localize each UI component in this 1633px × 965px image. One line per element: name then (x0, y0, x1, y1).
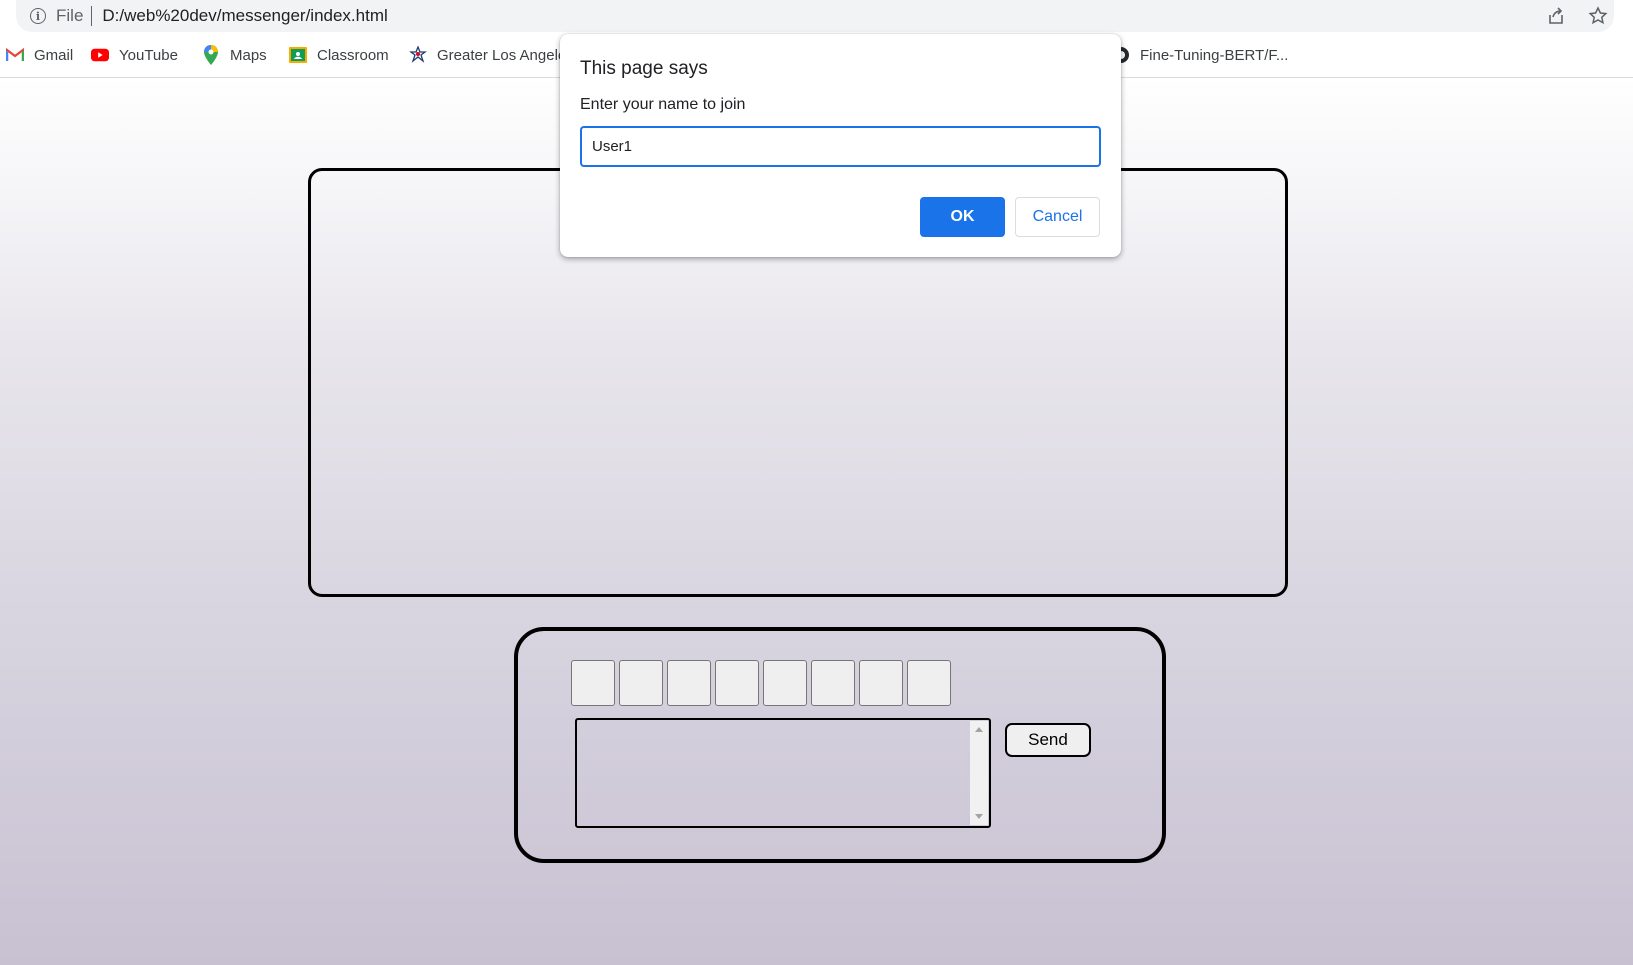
bookmark-github[interactable]: Fine-Tuning-BERT/F... (1112, 44, 1288, 66)
dialog-title: This page says (580, 58, 708, 79)
dialog-message: Enter your name to join (580, 96, 746, 113)
name-input[interactable] (580, 126, 1101, 167)
bookmark-greater-los-angeles[interactable]: Greater Los Angele (409, 44, 566, 66)
youtube-icon (91, 46, 109, 64)
emoji-button[interactable] (763, 660, 807, 706)
scroll-down-arrow-icon[interactable] (975, 814, 983, 819)
bookmark-label: Maps (230, 46, 267, 64)
emoji-button[interactable] (811, 660, 855, 706)
classroom-icon (289, 46, 307, 64)
cancel-button[interactable]: Cancel (1015, 197, 1100, 237)
info-icon[interactable]: i (30, 8, 46, 24)
bookmark-label: Greater Los Angele (437, 46, 567, 64)
bookmark-classroom[interactable]: Classroom (289, 44, 389, 66)
bookmark-gmail[interactable]: Gmail (6, 44, 73, 66)
star-icon[interactable] (1588, 6, 1608, 26)
url-text[interactable]: D:/web%20dev/messenger/index.html (102, 6, 387, 26)
emoji-button-row (571, 660, 951, 706)
gmail-icon (6, 46, 24, 64)
omnibox-actions (1546, 0, 1614, 32)
share-icon[interactable] (1546, 6, 1566, 26)
bookmark-maps[interactable]: Maps (202, 44, 267, 66)
bookmark-label: Gmail (34, 46, 74, 64)
bookmark-label: Fine-Tuning-BERT/F... (1140, 46, 1289, 64)
emoji-button[interactable] (907, 660, 951, 706)
emoji-button[interactable] (859, 660, 903, 706)
scouts-icon (409, 46, 427, 64)
browser-address-bar: i File D:/web%20dev/messenger/index.html (0, 0, 1633, 34)
ok-button[interactable]: OK (920, 197, 1005, 237)
send-button[interactable]: Send (1005, 723, 1091, 757)
omnibox[interactable]: i File D:/web%20dev/messenger/index.html (16, 0, 1614, 32)
emoji-button[interactable] (667, 660, 711, 706)
maps-icon (202, 45, 220, 65)
emoji-button[interactable] (715, 660, 759, 706)
scroll-up-arrow-icon[interactable] (975, 727, 983, 732)
emoji-button[interactable] (571, 660, 615, 706)
message-input[interactable] (575, 718, 991, 828)
emoji-button[interactable] (619, 660, 663, 706)
url-scheme-label: File (56, 6, 84, 25)
bookmark-label: YouTube (119, 46, 178, 64)
message-input-scrollbar[interactable] (970, 721, 988, 825)
bookmark-label: Classroom (317, 46, 389, 64)
prompt-dialog: This page says Enter your name to join O… (560, 34, 1121, 257)
url-separator (91, 6, 93, 26)
bookmark-youtube[interactable]: YouTube (91, 44, 178, 66)
